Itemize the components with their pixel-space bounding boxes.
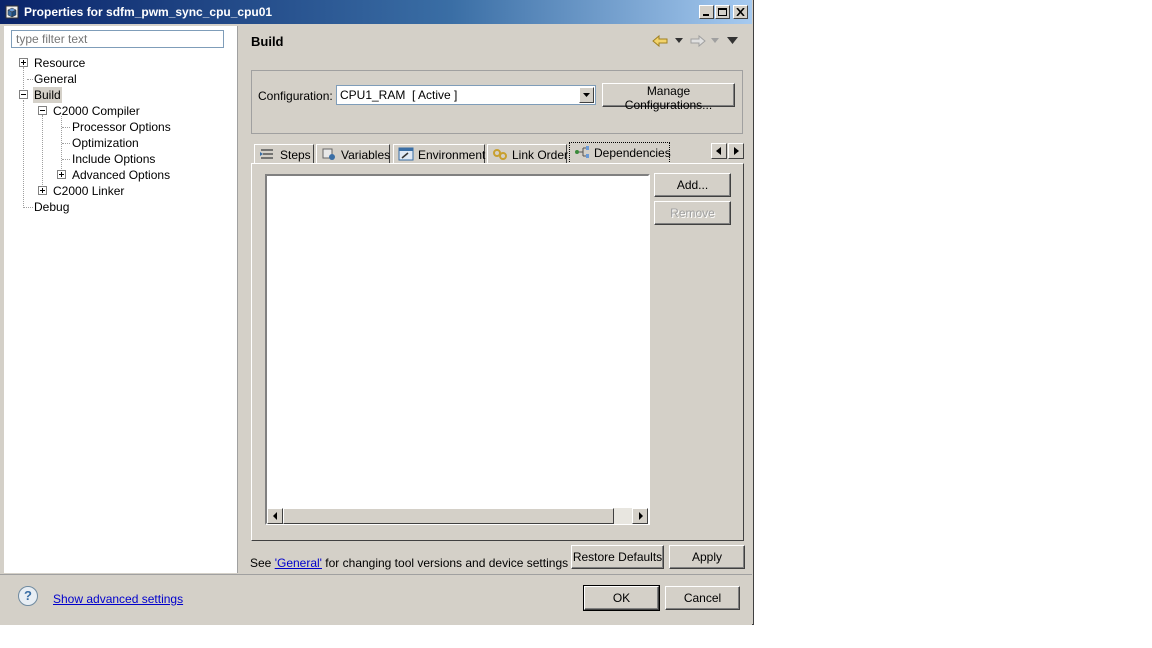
hint-suffix: for changing tool versions and device se… (321, 556, 569, 570)
configuration-value: CPU1_RAM [ Active ] (340, 88, 458, 102)
page-title: Build (251, 34, 284, 49)
app-icon (5, 5, 19, 19)
chevron-right-icon (639, 512, 643, 520)
tab-label: Environment (418, 148, 486, 162)
horizontal-scrollbar[interactable] (267, 508, 648, 524)
tab-label: Variables (341, 148, 391, 162)
tree-item-c2000-compiler[interactable]: C2000 Compiler (53, 103, 140, 119)
pane-splitter[interactable] (237, 26, 240, 573)
tree-item-include-options[interactable]: Include Options (72, 151, 155, 167)
tab-scroll-right-button[interactable] (728, 143, 744, 159)
chevron-right-icon (734, 147, 739, 155)
collapse-icon[interactable] (38, 106, 47, 115)
tree-item-advanced-options[interactable]: Advanced Options (72, 167, 170, 183)
remove-button-label: Remove (670, 206, 715, 220)
tree-item-build[interactable]: Build (33, 87, 62, 103)
scroll-left-button[interactable] (267, 508, 283, 524)
environment-icon (398, 147, 414, 161)
remove-button[interactable]: Remove (654, 201, 731, 225)
tab-dependencies[interactable]: Dependencies (569, 142, 671, 164)
maximize-button[interactable] (715, 5, 730, 19)
title-bar[interactable]: Properties for sdfm_pwm_sync_cpu_cpu01 (0, 0, 752, 24)
tree-item-debug[interactable]: Debug (34, 199, 69, 215)
tree-item-processor-options[interactable]: Processor Options (72, 119, 171, 135)
tab-environment[interactable]: Environment (393, 144, 485, 164)
chevron-left-icon (716, 147, 721, 155)
maximize-icon (718, 8, 727, 16)
tab-steps[interactable]: Steps (254, 144, 314, 164)
configuration-select[interactable]: CPU1_RAM [ Active ] (336, 85, 596, 105)
tab-variables[interactable]: Variables (316, 144, 390, 164)
scroll-right-button[interactable] (632, 508, 648, 524)
chevron-down-icon (583, 93, 590, 97)
tree-item-resource[interactable]: Resource (34, 55, 85, 71)
ok-button[interactable]: OK (583, 585, 660, 611)
link-order-icon (493, 149, 507, 160)
tab-scroll-left-button[interactable] (711, 143, 727, 159)
add-button[interactable]: Add... (654, 173, 731, 197)
forward-dropdown-icon (711, 38, 719, 43)
collapse-icon[interactable] (19, 90, 28, 99)
filter-input[interactable] (11, 30, 224, 48)
dependencies-icon (575, 146, 589, 158)
scroll-thumb[interactable] (283, 508, 614, 524)
general-link[interactable]: 'General' (275, 556, 322, 570)
configuration-label: Configuration: (258, 89, 333, 103)
dropdown-button[interactable] (579, 87, 594, 103)
back-dropdown-icon[interactable] (675, 38, 683, 44)
add-button-label: Add... (676, 178, 709, 192)
tree-item-general[interactable]: General (34, 71, 77, 87)
expand-icon[interactable] (19, 58, 28, 67)
help-icon[interactable]: ? (18, 586, 38, 606)
window-title: Properties for sdfm_pwm_sync_cpu_cpu01 (24, 5, 273, 19)
apply-button[interactable]: Apply (669, 545, 745, 569)
minimize-button[interactable] (699, 5, 714, 19)
tab-label: Link Order (512, 148, 569, 162)
steps-icon (260, 149, 273, 159)
back-arrow-icon[interactable] (652, 34, 670, 48)
variables-icon (322, 148, 335, 160)
forward-arrow-icon (690, 34, 706, 48)
minimize-icon (703, 14, 709, 16)
tree-item-c2000-linker[interactable]: C2000 Linker (53, 183, 124, 199)
cancel-button[interactable]: Cancel (665, 586, 740, 610)
tab-link-order[interactable]: Link Order (487, 144, 569, 164)
close-button[interactable] (733, 5, 748, 19)
tab-label: Steps (280, 148, 311, 162)
restore-defaults-button[interactable]: Restore Defaults (571, 545, 664, 569)
expand-icon[interactable] (57, 170, 66, 179)
general-settings-hint: See 'General' for changing tool versions… (250, 556, 568, 570)
tree-item-optimization[interactable]: Optimization (72, 135, 139, 151)
chevron-left-icon (273, 512, 277, 520)
dependencies-list[interactable] (265, 174, 650, 525)
manage-configurations-button[interactable]: Manage Configurations... (602, 83, 735, 112)
tab-label: Dependencies (594, 146, 671, 160)
show-advanced-settings-link[interactable]: Show advanced settings (53, 592, 183, 606)
close-icon (736, 8, 745, 16)
hint-prefix: See (250, 556, 275, 570)
view-menu-icon[interactable] (727, 37, 738, 45)
expand-icon[interactable] (38, 186, 47, 195)
